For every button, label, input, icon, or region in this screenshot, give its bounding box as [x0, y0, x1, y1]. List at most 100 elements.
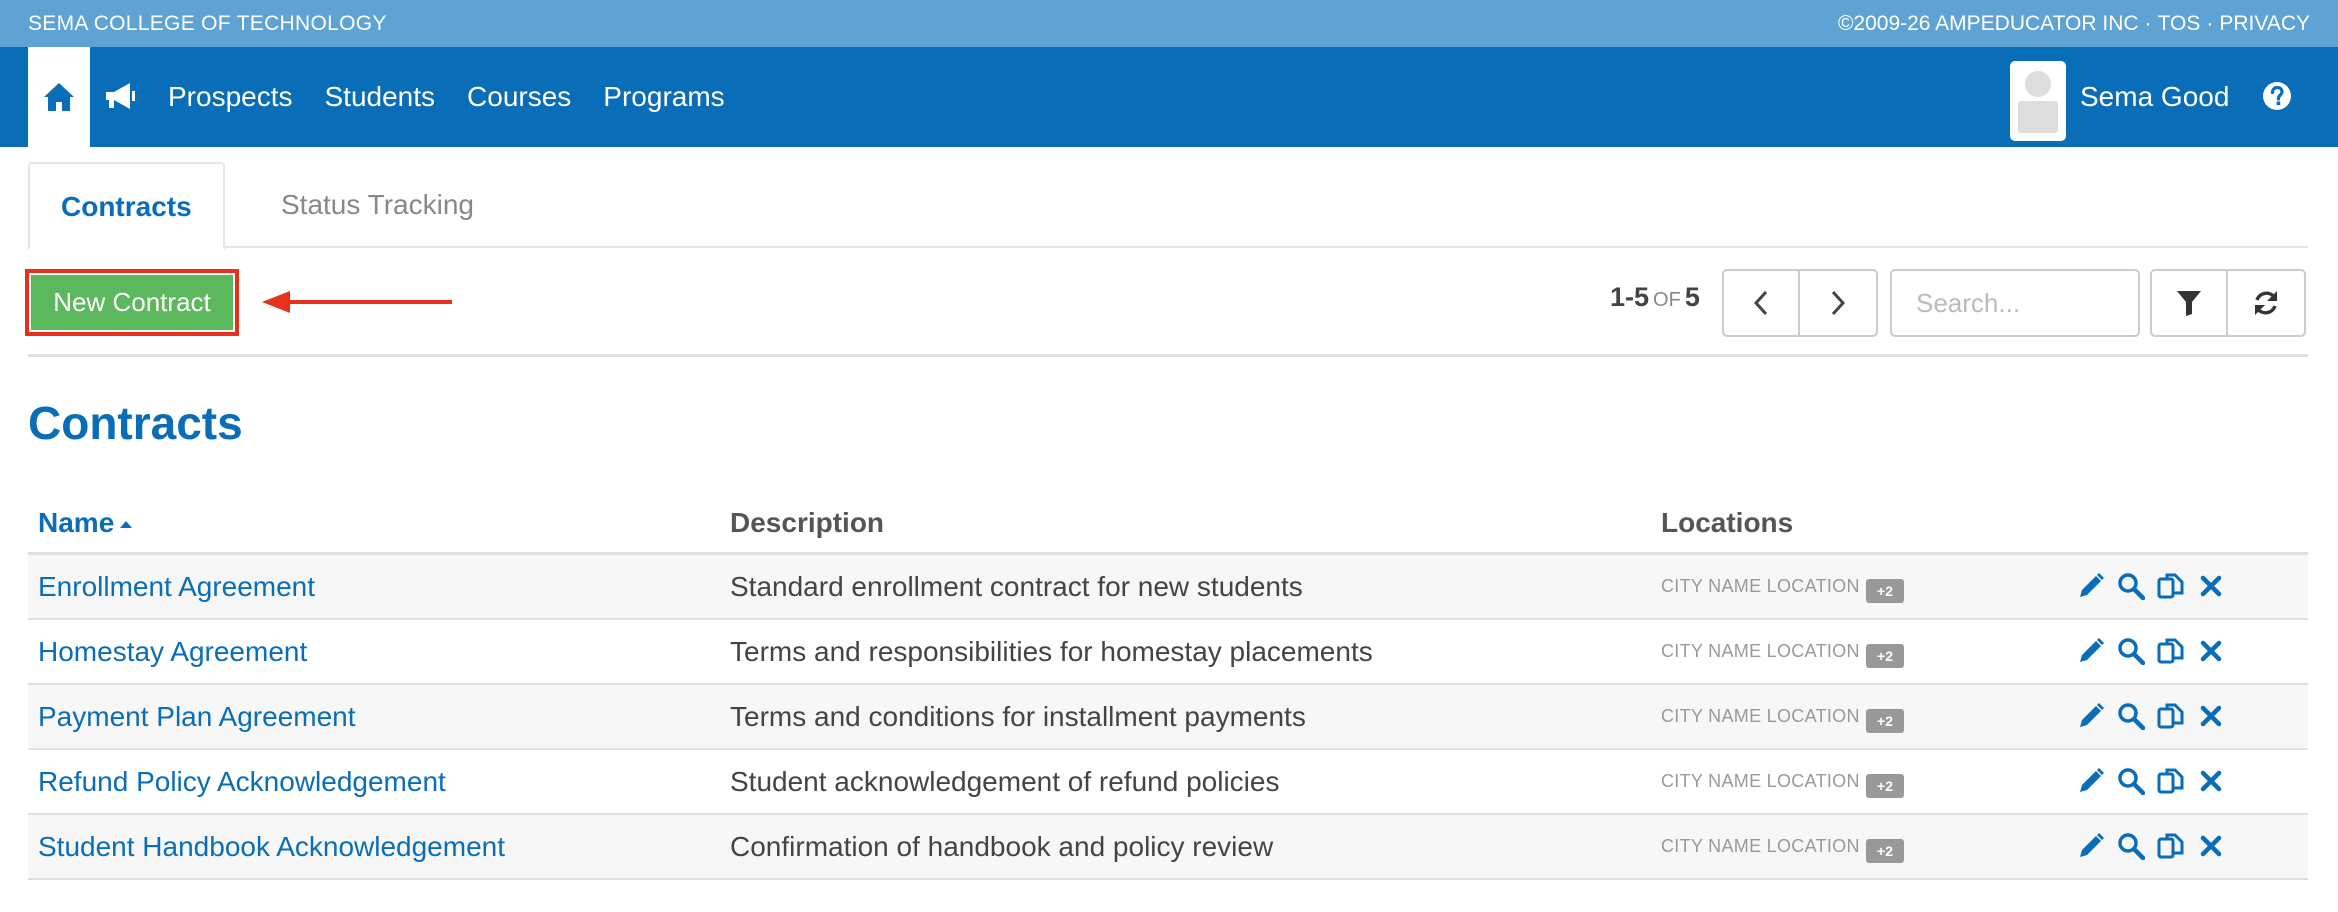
new-contract-button[interactable]: New Contract — [31, 275, 233, 330]
search-icon — [2118, 703, 2145, 730]
tool-buttons — [2150, 269, 2306, 337]
more-locations-badge[interactable]: +2 — [1866, 644, 1904, 668]
contract-location: CITY NAME LOCATION — [1661, 641, 1860, 661]
delete-button[interactable] — [2196, 571, 2226, 601]
organization-name: SEMA COLLEGE OF TECHNOLOGY — [28, 12, 387, 35]
page-title: Contracts — [28, 397, 243, 449]
avatar-head — [2025, 71, 2051, 97]
pencil-icon — [2080, 703, 2104, 727]
pencil-icon — [2080, 638, 2104, 662]
user-name[interactable]: Sema Good — [2080, 47, 2229, 147]
view-button[interactable] — [2116, 766, 2146, 796]
contract-location: CITY NAME LOCATION — [1661, 771, 1860, 791]
search-input[interactable] — [1890, 269, 2140, 337]
pencil-icon — [2080, 833, 2104, 857]
copy-button[interactable] — [2156, 831, 2186, 861]
footer-links: ©2009-26 AMPEDUCATOR INC · TOS · PRIVACY — [1832, 0, 2310, 47]
edit-button[interactable] — [2076, 766, 2106, 796]
contract-description: Terms and conditions for installment pay… — [730, 701, 1306, 732]
row-actions — [2076, 831, 2226, 861]
nav-links: Prospects Students Courses Programs — [168, 47, 757, 147]
view-button[interactable] — [2116, 701, 2146, 731]
megaphone-icon[interactable] — [100, 77, 140, 117]
annotation-arrow — [262, 291, 452, 313]
edit-button[interactable] — [2076, 831, 2106, 861]
pencil-icon — [2080, 573, 2104, 597]
tab-status-tracking[interactable]: Status Tracking — [250, 162, 505, 248]
nav-prospects[interactable]: Prospects — [168, 81, 293, 113]
close-icon — [2200, 705, 2222, 727]
view-button[interactable] — [2116, 571, 2146, 601]
more-locations-badge[interactable]: +2 — [1866, 709, 1904, 733]
nav-courses[interactable]: Courses — [467, 81, 571, 113]
tab-bar: Contracts Status Tracking — [28, 162, 2308, 250]
separator: · — [2206, 12, 2214, 35]
tab-contracts[interactable]: Contracts — [28, 162, 225, 250]
edit-button[interactable] — [2076, 636, 2106, 666]
delete-button[interactable] — [2196, 766, 2226, 796]
table-body: Enrollment Agreement Standard enrollment… — [28, 555, 2308, 880]
more-locations-badge[interactable]: +2 — [1866, 839, 1904, 863]
tos-link[interactable]: TOS — [2158, 12, 2201, 35]
contract-description: Student acknowledgement of refund polici… — [730, 766, 1280, 797]
table-row: Homestay Agreement Terms and responsibil… — [28, 620, 2308, 685]
delete-button[interactable] — [2196, 701, 2226, 731]
copy-button[interactable] — [2156, 571, 2186, 601]
contract-name-link[interactable]: Refund Policy Acknowledgement — [38, 750, 446, 813]
copy-icon — [2157, 703, 2184, 729]
copy-icon — [2157, 768, 2184, 794]
pagination-count: 1-5 OF 5 — [1610, 282, 1700, 313]
edit-button[interactable] — [2076, 571, 2106, 601]
close-icon — [2200, 835, 2222, 857]
contract-description: Standard enrollment contract for new stu… — [730, 571, 1303, 602]
nav-programs[interactable]: Programs — [603, 81, 724, 113]
separator: · — [2144, 12, 2152, 35]
sort-ascending-icon — [120, 521, 133, 529]
edit-button[interactable] — [2076, 701, 2106, 731]
contract-name-link[interactable]: Enrollment Agreement — [38, 555, 315, 618]
chevron-left-icon — [1753, 290, 1768, 316]
refresh-button[interactable] — [2228, 269, 2306, 337]
delete-button[interactable] — [2196, 831, 2226, 861]
search-icon — [2118, 573, 2145, 600]
contract-name-link[interactable]: Student Handbook Acknowledgement — [38, 815, 505, 878]
more-locations-badge[interactable]: +2 — [1866, 579, 1904, 603]
row-actions — [2076, 636, 2226, 666]
contract-location: CITY NAME LOCATION — [1661, 836, 1860, 856]
close-icon — [2200, 575, 2222, 597]
contract-description: Confirmation of handbook and policy revi… — [730, 831, 1274, 862]
contract-name-link[interactable]: Payment Plan Agreement — [38, 685, 356, 748]
copy-button[interactable] — [2156, 766, 2186, 796]
more-locations-badge[interactable]: +2 — [1866, 774, 1904, 798]
new-contract-highlight: New Contract — [25, 269, 239, 336]
column-header-name[interactable]: Name — [38, 507, 133, 539]
home-icon — [44, 83, 74, 111]
nav-students[interactable]: Students — [325, 81, 436, 113]
contract-location: CITY NAME LOCATION — [1661, 576, 1860, 596]
help-icon[interactable] — [2262, 81, 2292, 111]
column-header-name-label: Name — [38, 507, 115, 538]
next-page-button[interactable] — [1800, 269, 1878, 337]
search-icon — [2118, 833, 2145, 860]
contracts-table: Name Description Locations Enrollment Ag… — [28, 495, 2308, 880]
copy-button[interactable] — [2156, 636, 2186, 666]
privacy-link[interactable]: PRIVACY — [2219, 12, 2310, 35]
row-actions — [2076, 766, 2226, 796]
home-button[interactable] — [28, 47, 90, 147]
copy-button[interactable] — [2156, 701, 2186, 731]
filter-button[interactable] — [2150, 269, 2228, 337]
main-navbar: Prospects Students Courses Programs Sema… — [0, 47, 2338, 147]
view-button[interactable] — [2116, 636, 2146, 666]
table-header: Name Description Locations — [28, 495, 2308, 555]
close-icon — [2200, 770, 2222, 792]
prev-page-button[interactable] — [1722, 269, 1800, 337]
copy-icon — [2157, 833, 2184, 859]
view-button[interactable] — [2116, 831, 2146, 861]
pagination-buttons — [1722, 269, 1878, 337]
delete-button[interactable] — [2196, 636, 2226, 666]
contract-name-link[interactable]: Homestay Agreement — [38, 620, 307, 683]
toolbar-divider — [28, 354, 2308, 357]
avatar[interactable] — [2010, 61, 2066, 141]
copy-icon — [2157, 638, 2184, 664]
copy-icon — [2157, 573, 2184, 599]
